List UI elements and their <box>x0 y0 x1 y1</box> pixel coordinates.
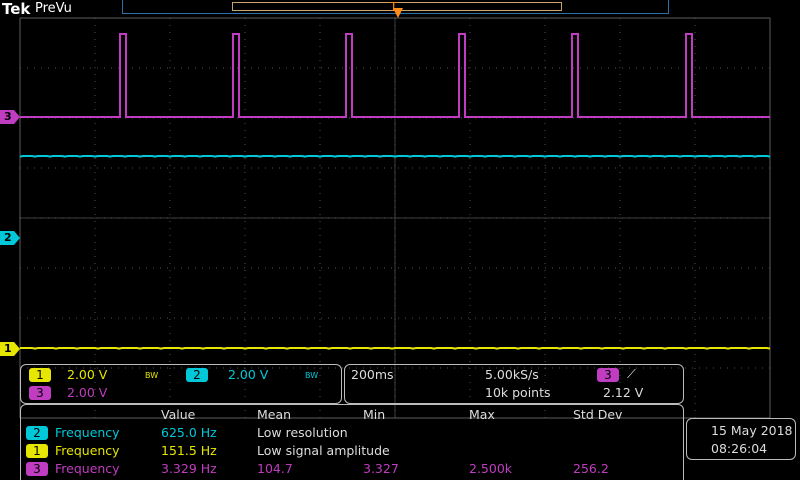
measurement-value: 151.5 Hz <box>161 443 217 458</box>
ch3-scale[interactable]: 2.00 V <box>67 385 107 400</box>
ch1-scale[interactable]: 2.00 V <box>67 367 107 382</box>
graticule <box>19 17 771 419</box>
measurement-stddev: 256.2 <box>573 461 609 476</box>
ch1-bw-limit-icon: BW <box>145 371 159 380</box>
ch1-waveform <box>20 347 771 350</box>
record-length: 10k points <box>485 385 551 400</box>
measurement-row-name[interactable]: Frequency <box>55 425 120 440</box>
measurement-max: 2.500k <box>469 461 513 476</box>
ch2-badge: 2 <box>186 368 208 382</box>
measurement-value: 3.329 Hz <box>161 461 217 476</box>
measurement-panel: Value Mean Min Max Std Dev 2 Frequency 6… <box>20 404 684 480</box>
measurement-row-ch2-badge: 2 <box>26 426 48 440</box>
ch1-badge: 1 <box>29 368 51 382</box>
ch2-scale[interactable]: 2.00 V <box>228 367 268 382</box>
horizontal-scale[interactable]: 200ms <box>351 367 394 382</box>
col-header-stddev: Std Dev <box>573 407 623 422</box>
measurement-value: 625.0 Hz <box>161 425 217 440</box>
col-header-max: Max <box>469 407 495 422</box>
date: 15 May 2018 <box>711 423 793 438</box>
trigger-arrow-icon <box>393 8 403 18</box>
measurement-min: 3.327 <box>363 461 399 476</box>
measurement-row-ch1-badge: 1 <box>26 444 48 458</box>
channel-scale-panel[interactable]: 1 2.00 V BW 2 2.00 V BW 3 2.00 V <box>20 364 342 404</box>
ch2-waveform <box>19 155 771 158</box>
col-header-value: Value <box>161 407 196 422</box>
measurement-mean: Low resolution <box>257 425 348 440</box>
trigger-slope-icon[interactable]: ⟋ <box>627 366 636 382</box>
col-header-min: Min <box>363 407 386 422</box>
trigger-source-badge: 3 <box>597 368 619 382</box>
col-header-mean: Mean <box>257 407 292 422</box>
measurement-mean: Low signal amplitude <box>257 443 390 458</box>
datetime-panel: 15 May 2018 08:26:04 <box>686 418 796 460</box>
measurement-row-name[interactable]: Frequency <box>55 461 120 476</box>
measurement-mean: 104.7 <box>257 461 293 476</box>
measurement-row-ch3-badge: 3 <box>26 462 48 476</box>
ch2-bw-limit-icon: BW <box>305 371 319 380</box>
sample-rate: 5.00kS/s <box>485 367 539 382</box>
time: 08:26:04 <box>711 441 768 456</box>
trigger-level[interactable]: 2.12 V <box>603 385 643 400</box>
ch3-badge: 3 <box>29 386 51 400</box>
timebase-panel[interactable]: 200ms 5.00kS/s 10k points 3 ⟋ 2.12 V <box>344 364 684 404</box>
measurement-row-name[interactable]: Frequency <box>55 443 120 458</box>
